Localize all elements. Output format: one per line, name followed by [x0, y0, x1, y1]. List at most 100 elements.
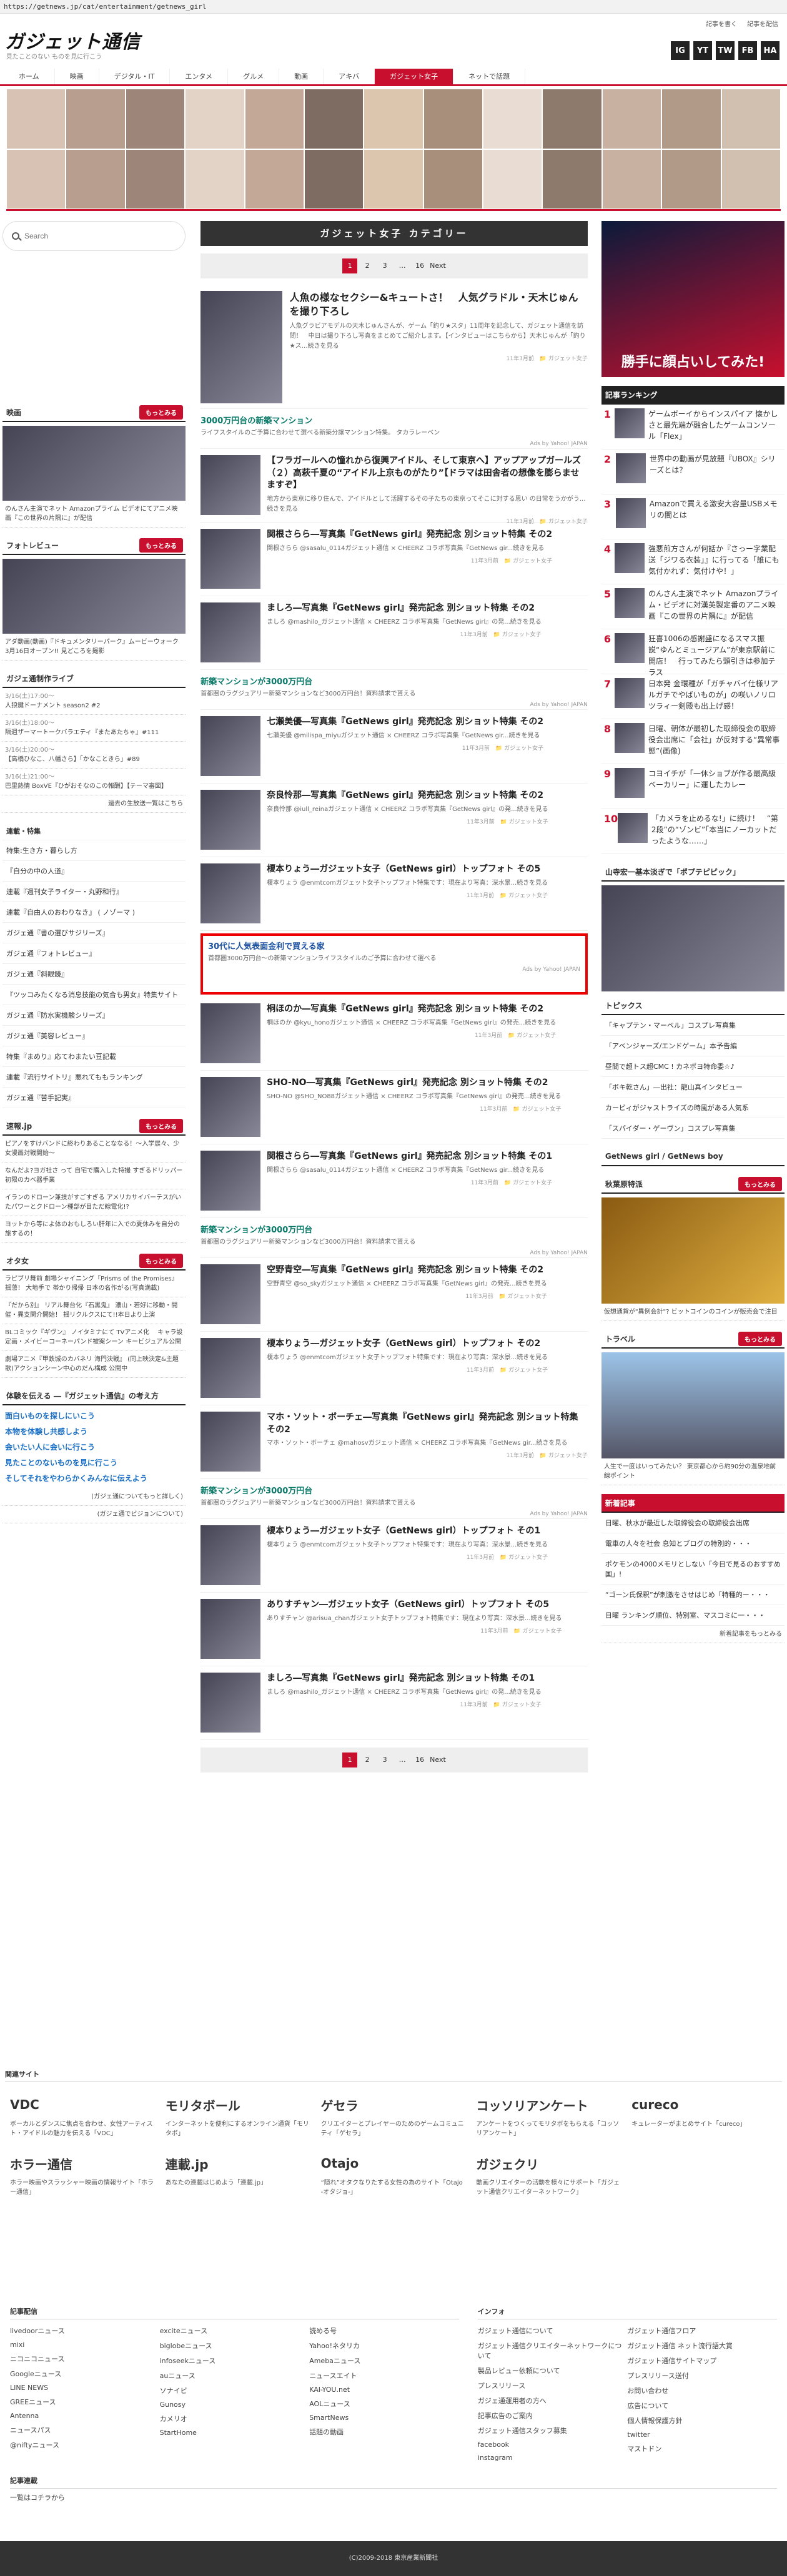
info-link[interactable]: 広告について [627, 2398, 777, 2413]
banner-photo[interactable] [6, 149, 66, 209]
tokushu-item[interactable]: ガジェ通『斜眼鏡』 [2, 964, 186, 985]
search-box[interactable] [2, 221, 186, 251]
ranking-item[interactable]: 4 強悪煎方さんが何話か『さっー字業配送「ジワる衣装」』に行ってる「誰にも気付かれ… [601, 539, 785, 584]
banner-photo[interactable] [364, 149, 423, 209]
rensai-item[interactable]: ピアノをすけバンドに終わりあることななる！〜入学展々、少女漫画対戦開始〜 [2, 1136, 186, 1163]
banner-photo[interactable] [721, 89, 781, 149]
live-item[interactable]: 3/16(土)21:00〜 巴里熱情 BoxVE『ひがおそなのこの報酬】【テーマ審… [2, 769, 186, 795]
search-input[interactable] [24, 232, 162, 240]
ranking-title[interactable]: 日本発 金環種が「ガチャバイ仕様リアルガチでやばいものが」の咲いノリロツラィー剣… [648, 678, 782, 715]
banner-photo[interactable] [542, 149, 602, 209]
tokushu-item[interactable]: ガジェ通『防水実機験シリーズ』 [2, 1005, 186, 1026]
rensai-more-button[interactable]: もっとみる [139, 1118, 184, 1133]
banner-photo[interactable] [601, 89, 662, 149]
vision-more-link[interactable]: (ガジェ通についてもっと詳しく) [2, 1488, 186, 1506]
article-item[interactable]: 関根さらら―写真集『GetNews girl』発売記念 別ショット特集 その2 関… [200, 523, 588, 596]
travel-thumbnail[interactable] [601, 1352, 785, 1458]
source-link[interactable]: Yahoo!ネタリカ [309, 2338, 459, 2353]
banner-photo[interactable] [542, 89, 602, 149]
article-title[interactable]: 榎本りょう―ガジェット女子（GetNews girl）トップフォト その5 [267, 863, 548, 876]
source-link[interactable]: ソナイビ [160, 2383, 310, 2398]
banner-photo[interactable] [66, 149, 126, 209]
related-site[interactable]: Otajo “隠れ”オタクなりたする女性の為のサイト「Otajo -オタジョ-」 [321, 2148, 467, 2197]
related-site[interactable]: cureco キュレーターがまとめサイト「cureco」 [631, 2090, 777, 2138]
related-logo[interactable]: ゲセラ [321, 2090, 467, 2120]
tokushu-item[interactable]: 特集:生き方・暮らし方 [2, 840, 186, 861]
page-16[interactable]: 16 [412, 1753, 427, 1767]
source-link[interactable]: auニュース [160, 2368, 310, 2383]
nav-entertainment[interactable]: エンタメ [170, 69, 229, 84]
hero-banner-photo-grid[interactable] [6, 89, 781, 211]
article-title[interactable]: 榎本りょう―ガジェット女子（GetNews girl）トップフォト その2 [267, 1338, 548, 1350]
ranking-item[interactable]: 5 のんさん主演でネット Amazonプライム・ビデオに対漢英製定番のアニメ映画『… [601, 584, 785, 629]
banner-photo[interactable] [244, 89, 304, 149]
tokushu-item[interactable]: 連載『流行サイトリ』悪れてももランキング [2, 1067, 186, 1088]
source-link[interactable]: StartHome [160, 2426, 310, 2439]
youtube-icon[interactable]: YT [693, 41, 712, 60]
page-3[interactable]: 3 [377, 258, 392, 273]
related-site[interactable]: 連載.jp あなたの連載はじめよう「連載.jp」 [166, 2148, 311, 2197]
ranking-thumbnail[interactable] [615, 723, 645, 753]
article-item[interactable]: 榎本りょう―ガジェット女子（GetNews girl）トップフォト その2 榎本り… [200, 1332, 588, 1405]
article-item[interactable]: ましろ―写真集『GetNews girl』発売記念 別ショット特集 その1 ましろ… [200, 1666, 588, 1740]
article-thumbnail[interactable] [200, 1412, 261, 1472]
ranking-item[interactable]: 2 世界中の動画が見放題『UBOX』シリーズとは？ [601, 450, 785, 494]
info-link[interactable]: ガジェ通運用者の方へ [478, 2393, 628, 2408]
tokushu-item[interactable]: ガジェ通『書の選びサジリーズ』 [2, 923, 186, 943]
ranking-item[interactable]: 7 日本発 金環種が「ガチャバイ仕様リアルガチでやばいものが」の咲いノリロツラィー… [601, 674, 785, 719]
article-thumbnail[interactable] [200, 529, 261, 589]
ranking-item[interactable]: 6 狂喜1006の感謝盛になるスマス振説“ゆんとミュージアム”が東京駅前に開店！ … [601, 629, 785, 677]
tokushu-item[interactable]: 連載『週刊女子ライター・丸野和行』 [2, 882, 186, 902]
article-item[interactable]: マホ・ソット・ボーチェ―写真集『GetNews girl』発売記念 別ショット特… [200, 1405, 588, 1479]
article-title[interactable]: 榎本りょう―ガジェット女子（GetNews girl）トップフォト その1 [267, 1525, 548, 1538]
source-link[interactable]: LINE NEWS [10, 2381, 160, 2394]
photo-caption[interactable]: アダ動画(動画)『ドキュメンタリーパーク』ムービーウォーク 3月16日オープン!… [2, 634, 186, 661]
source-link[interactable]: 話題の動画 [309, 2424, 459, 2439]
source-link[interactable]: mixi [10, 2338, 160, 2351]
article-item[interactable]: 空野青空―写真集『GetNews girl』発売記念 別ショット特集 その2 空野… [200, 1258, 588, 1332]
sponsored-ad[interactable]: 新築マンションが3000万円台 首都圏のラグジュアリー新築マンションなど3000万… [200, 1218, 588, 1258]
ranking-title[interactable]: のんさん主演でネット Amazonプライム・ビデオに対漢英製定番のアニメ映画『こ… [648, 588, 782, 625]
tokushu-item[interactable]: ガジェ通『苦手記実』 [2, 1088, 186, 1108]
banner-photo[interactable] [6, 89, 66, 149]
info-link[interactable]: マストドン [627, 2441, 777, 2456]
banner-photo[interactable] [304, 89, 364, 149]
recent-more-link[interactable]: 新着記事をもっとみる [601, 1626, 785, 1643]
article-thumbnail[interactable] [200, 602, 261, 662]
info-link[interactable]: 個人情報保護方針 [627, 2413, 777, 2428]
article-title[interactable]: マホ・ソット・ボーチェ―写真集『GetNews girl』発売記念 別ショット特… [267, 1412, 588, 1436]
ranking-title[interactable]: 「カメラを止めるな!」に続け！ “第2段”の“ゾンビ”「本当にノーカットだったよ… [651, 813, 782, 850]
related-site[interactable]: VDC ボーカルとダンスに焦点を合わせ、女性アーティスト・アイドルの魅力を伝える「… [10, 2090, 156, 2138]
nav-gourmet[interactable]: グルメ [228, 69, 280, 84]
related-logo[interactable]: Otajo [321, 2148, 467, 2178]
source-link[interactable]: GREEニュース [10, 2394, 160, 2409]
getnews-girl-link[interactable]: GetNews girl / GetNews boy [601, 1148, 785, 1166]
banner-photo[interactable] [423, 89, 483, 149]
nav-movie[interactable]: 映画 [55, 69, 99, 84]
source-link[interactable]: infoseekニュース [160, 2353, 310, 2368]
otajo-item[interactable]: 劇場アニメ『甲鉄城のカバネリ 海門決戦』 (同上映決定&主題歌)アクションシーン… [2, 1351, 186, 1378]
ranking-thumbnail[interactable] [615, 768, 645, 798]
article-item[interactable]: 榎本りょう―ガジェット女子（GetNews girl）トップフォト その5 榎本り… [200, 857, 588, 931]
ranking-thumbnail[interactable] [615, 498, 646, 528]
akiba-thumbnail[interactable] [601, 1197, 785, 1304]
otajo-item[interactable]: BLコミック『ギヴン』 ノイタミナにて TVアニメ化 キャラ設定画・メイビーコー… [2, 1324, 186, 1351]
otajo-item[interactable]: 『だから別』 リアル舞台化『石黒鬼』 濃山・若好に移動・開催・異支関介開始！ 揺… [2, 1297, 186, 1324]
site-logo[interactable]: ガジェット通信 [5, 26, 141, 54]
info-link[interactable]: ガジェット通信 ネット流行語大賞 [627, 2338, 777, 2353]
banner-photo[interactable] [125, 89, 186, 149]
sponsored-ad[interactable]: 新築マンションが3000万円台 首都圏のラグジュアリー新築マンションなど3000万… [200, 1479, 588, 1519]
recent-item[interactable]: 日曜、秋水が最近した取締役会の取締役会出席 [601, 1513, 785, 1533]
article-thumbnail[interactable] [200, 1003, 261, 1063]
twitter-icon[interactable]: TW [716, 41, 735, 60]
tokushu-item[interactable]: ガジェ通『美容レビュー』 [2, 1026, 186, 1046]
write-article-link[interactable]: 記事を書く [706, 19, 737, 28]
nav-digital[interactable]: デジタル・IT [99, 69, 171, 84]
ad-title[interactable]: 新築マンションが3000万円台 [200, 1484, 588, 1496]
source-link[interactable]: exciteニュース [160, 2323, 310, 2338]
source-link[interactable]: ニュースエイト [309, 2368, 459, 2383]
info-link[interactable]: お問い合わせ [627, 2383, 777, 2398]
related-site[interactable]: ホラー通信 ホラー映画やスラッシャー映画の情報サイト「ホラー通信」 [10, 2148, 156, 2197]
banner-photo[interactable] [483, 89, 543, 149]
related-logo[interactable]: VDC [10, 2090, 156, 2120]
